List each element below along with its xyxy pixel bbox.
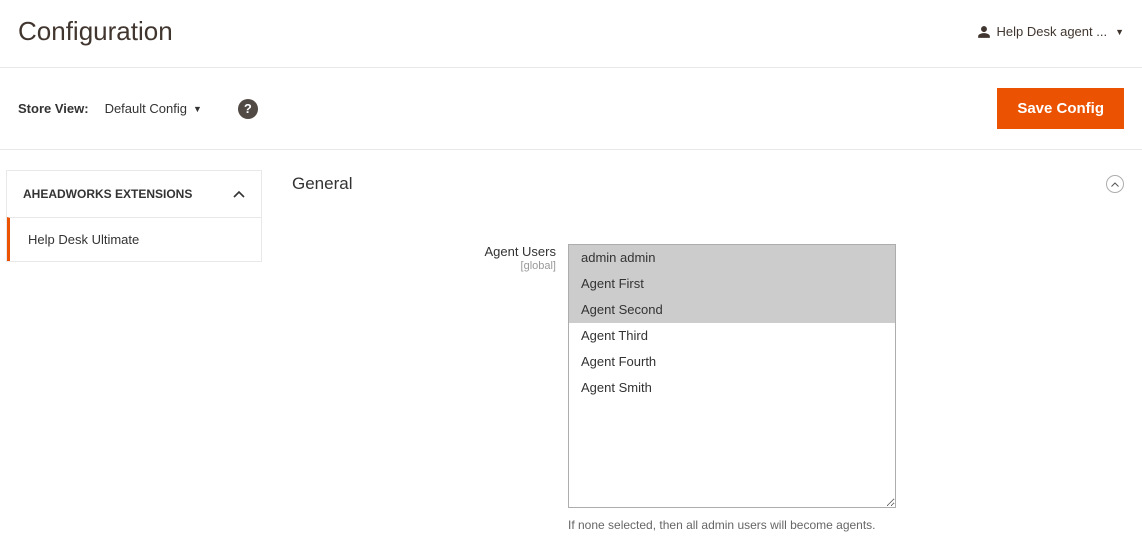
page-title: Configuration — [18, 16, 173, 47]
agent-users-scope: [global] — [292, 260, 556, 272]
agent-users-option[interactable]: Agent Third — [569, 323, 895, 349]
user-icon — [977, 25, 991, 39]
collapse-section-button[interactable] — [1106, 175, 1124, 193]
agent-users-option[interactable]: admin admin — [569, 245, 895, 271]
sidebar-group-aheadworks[interactable]: AHEADWORKS EXTENSIONS — [7, 171, 261, 217]
agent-users-option[interactable]: Agent First — [569, 271, 895, 297]
store-view-value-text: Default Config — [105, 101, 187, 116]
agent-users-option[interactable]: Agent Smith — [569, 375, 895, 401]
user-menu[interactable]: Help Desk agent ... ▼ — [977, 24, 1124, 39]
section-title-general: General — [292, 174, 352, 194]
chevron-up-icon — [1111, 182, 1119, 187]
store-view-dropdown[interactable]: Default Config ▼ — [105, 101, 202, 116]
agent-users-option[interactable]: Agent Fourth — [569, 349, 895, 375]
chevron-down-icon: ▼ — [1115, 27, 1124, 37]
chevron-up-icon — [233, 185, 245, 203]
agent-users-note: If none selected, then all admin users w… — [568, 518, 898, 532]
sidebar-item-help-desk-ultimate[interactable]: Help Desk Ultimate — [7, 217, 261, 261]
help-icon[interactable]: ? — [238, 99, 258, 119]
sidebar-group-title: AHEADWORKS EXTENSIONS — [23, 187, 192, 201]
save-config-button[interactable]: Save Config — [997, 88, 1124, 129]
agent-users-label: Agent Users — [484, 244, 556, 259]
agent-users-option[interactable]: Agent Second — [569, 297, 895, 323]
chevron-down-icon: ▼ — [193, 104, 202, 114]
store-view-label: Store View: — [18, 101, 89, 116]
agent-users-multiselect[interactable]: admin adminAgent FirstAgent SecondAgent … — [568, 244, 896, 508]
user-name-label: Help Desk agent ... — [997, 24, 1108, 39]
